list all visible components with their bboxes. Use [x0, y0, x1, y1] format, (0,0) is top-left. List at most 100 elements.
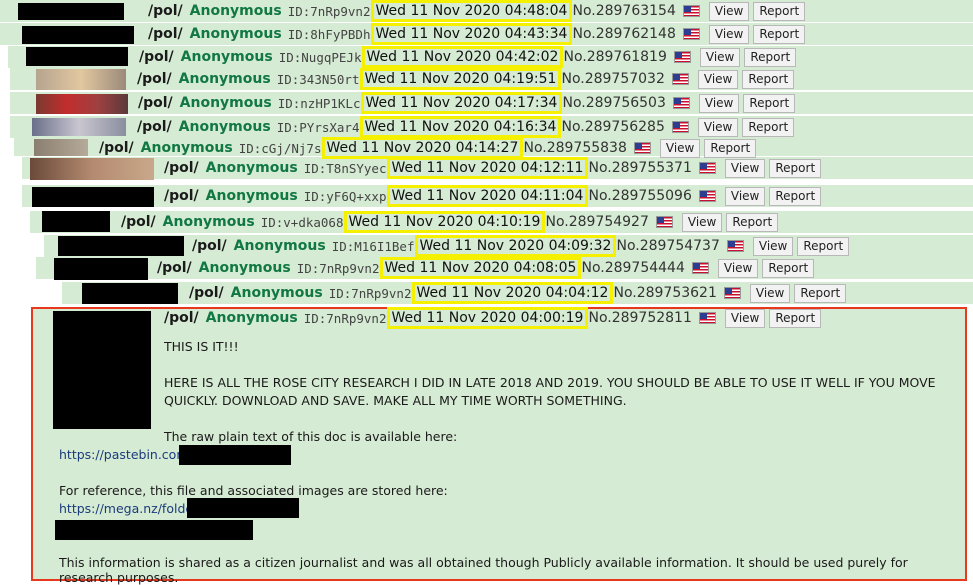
post-date: Wed 11 Nov 2020 04:17:34	[360, 92, 563, 114]
view-button[interactable]: View	[659, 138, 701, 158]
report-button[interactable]: Report	[769, 186, 822, 206]
post-number[interactable]: No.289763154	[572, 3, 675, 19]
mega-link[interactable]: https://mega.nz/folder/	[59, 501, 202, 516]
post-header: /pol/Anonymous ID:7nRp9vn2 Wed 11 Nov 2020…	[157, 257, 818, 279]
poster-name: Anonymous	[180, 49, 273, 65]
view-button[interactable]: View	[724, 158, 766, 178]
view-button[interactable]: View	[699, 47, 741, 67]
post-thumbnail	[32, 118, 126, 136]
report-button[interactable]: Report	[726, 212, 779, 232]
report-button[interactable]: Report	[743, 93, 796, 113]
post-number[interactable]: No.289761819	[563, 49, 666, 65]
view-button[interactable]: View	[752, 236, 794, 256]
board-label[interactable]: /pol/	[189, 285, 224, 301]
post-date: Wed 11 Nov 2020 04:48:04	[370, 0, 573, 22]
post-number[interactable]: No.289754444	[581, 260, 684, 276]
poster-id[interactable]: ID:7nRp9vn2	[304, 311, 387, 326]
report-button[interactable]: Report	[753, 1, 806, 21]
poster-id[interactable]: ID:7nRp9vn2	[288, 4, 371, 19]
us-flag-icon	[698, 190, 716, 202]
post-number[interactable]: No.289755096	[588, 188, 691, 204]
redacted-link-part	[187, 498, 299, 518]
board-label[interactable]: /pol/	[164, 310, 199, 326]
post-header: /pol/Anonymous ID:v+dka068 Wed 11 Nov 2020…	[121, 211, 782, 233]
post-number[interactable]: No.289755838	[523, 140, 626, 156]
post-header: /pol/Anonymous ID:7nRp9vn2 Wed 11 Nov 2020…	[164, 307, 825, 329]
redacted-thumbnail	[18, 3, 124, 20]
report-button[interactable]: Report	[742, 117, 795, 137]
post-date: Wed 11 Nov 2020 04:10:19	[343, 211, 546, 233]
report-button[interactable]: Report	[797, 236, 850, 256]
report-button[interactable]: Report	[794, 283, 847, 303]
board-label[interactable]: /pol/	[99, 140, 134, 156]
post-header: /pol/Anonymous ID:nzHP1KLc Wed 11 Nov 2020…	[138, 92, 799, 114]
poster-id[interactable]: ID:nzHP1KLc	[278, 96, 361, 111]
post-number[interactable]: No.289756503	[562, 95, 665, 111]
view-button[interactable]: View	[708, 24, 750, 44]
post-number[interactable]: No.289752811	[588, 310, 691, 326]
post-header: /pol/Anonymous ID:8hFyPBDh Wed 11 Nov 2020…	[148, 23, 809, 45]
board-label[interactable]: /pol/	[138, 95, 173, 111]
board-label[interactable]: /pol/	[164, 188, 199, 204]
post-number[interactable]: No.289754737	[616, 238, 719, 254]
board-label[interactable]: /pol/	[137, 119, 172, 135]
post-number[interactable]: No.289753621	[613, 285, 716, 301]
post-number[interactable]: No.289762148	[572, 26, 675, 42]
view-button[interactable]: View	[698, 93, 740, 113]
board-label[interactable]: /pol/	[137, 71, 172, 87]
board-label[interactable]: /pol/	[192, 238, 227, 254]
post-header: /pol/Anonymous ID:M16I1Bef Wed 11 Nov 2020…	[192, 235, 853, 257]
post-date: Wed 11 Nov 2020 04:11:04	[386, 185, 589, 207]
poster-id[interactable]: ID:7nRp9vn2	[297, 261, 380, 276]
board-label[interactable]: /pol/	[157, 260, 192, 276]
poster-id[interactable]: ID:343N50rt	[277, 72, 360, 87]
pastebin-link[interactable]: https://pastebin.com/	[59, 447, 193, 462]
board-label[interactable]: /pol/	[148, 26, 183, 42]
poster-name: Anonymous	[205, 160, 298, 176]
post-date: Wed 11 Nov 2020 04:42:02	[361, 46, 564, 68]
view-button[interactable]: View	[697, 117, 739, 137]
view-button[interactable]: View	[717, 258, 759, 278]
report-button[interactable]: Report	[769, 158, 822, 178]
poster-id[interactable]: ID:v+dka068	[261, 215, 344, 230]
us-flag-icon	[655, 216, 673, 228]
us-flag-icon	[682, 5, 700, 17]
board-label[interactable]: /pol/	[121, 214, 156, 230]
board-label[interactable]: /pol/	[139, 49, 174, 65]
report-button[interactable]: Report	[744, 47, 797, 67]
board-label[interactable]: /pol/	[148, 3, 183, 19]
poster-id[interactable]: ID:cGj/Nj7s	[239, 141, 322, 156]
report-button[interactable]: Report	[769, 308, 822, 328]
redacted-block	[55, 520, 253, 540]
view-button[interactable]: View	[681, 212, 723, 232]
post-number[interactable]: No.289756285	[561, 119, 664, 135]
poster-name: Anonymous	[162, 214, 255, 230]
view-button[interactable]: View	[708, 1, 750, 21]
post-header: /pol/Anonymous ID:yF6Q+xxp Wed 11 Nov 2020…	[164, 185, 825, 207]
view-button[interactable]: View	[724, 186, 766, 206]
report-button[interactable]: Report	[742, 69, 795, 89]
view-button[interactable]: View	[749, 283, 791, 303]
view-button[interactable]: View	[697, 69, 739, 89]
poster-id[interactable]: ID:M16I1Bef	[332, 239, 415, 254]
poster-id[interactable]: ID:PYrsXar4	[277, 120, 360, 135]
report-button[interactable]: Report	[753, 24, 806, 44]
post-number[interactable]: No.289757032	[561, 71, 664, 87]
post-header: /pol/Anonymous ID:cGj/Nj7s Wed 11 Nov 2020…	[99, 137, 760, 159]
board-label[interactable]: /pol/	[164, 160, 199, 176]
poster-id[interactable]: ID:8hFyPBDh	[288, 27, 371, 42]
poster-id[interactable]: ID:yF6Q+xxp	[304, 189, 387, 204]
report-button[interactable]: Report	[762, 258, 815, 278]
poster-id[interactable]: ID:7nRp9vn2	[329, 286, 412, 301]
post-thumbnail	[36, 69, 126, 90]
redacted-thumbnail	[53, 311, 151, 429]
poster-id[interactable]: ID:NugqPEJk	[279, 50, 362, 65]
post-date: Wed 11 Nov 2020 04:16:34	[359, 116, 562, 138]
view-button[interactable]: View	[724, 308, 766, 328]
redacted-thumbnail	[82, 283, 178, 304]
us-flag-icon	[726, 240, 744, 252]
poster-id[interactable]: ID:T8nSYyec	[304, 161, 387, 176]
post-number[interactable]: No.289754927	[545, 214, 648, 230]
post-number[interactable]: No.289755371	[588, 160, 691, 176]
report-button[interactable]: Report	[704, 138, 757, 158]
